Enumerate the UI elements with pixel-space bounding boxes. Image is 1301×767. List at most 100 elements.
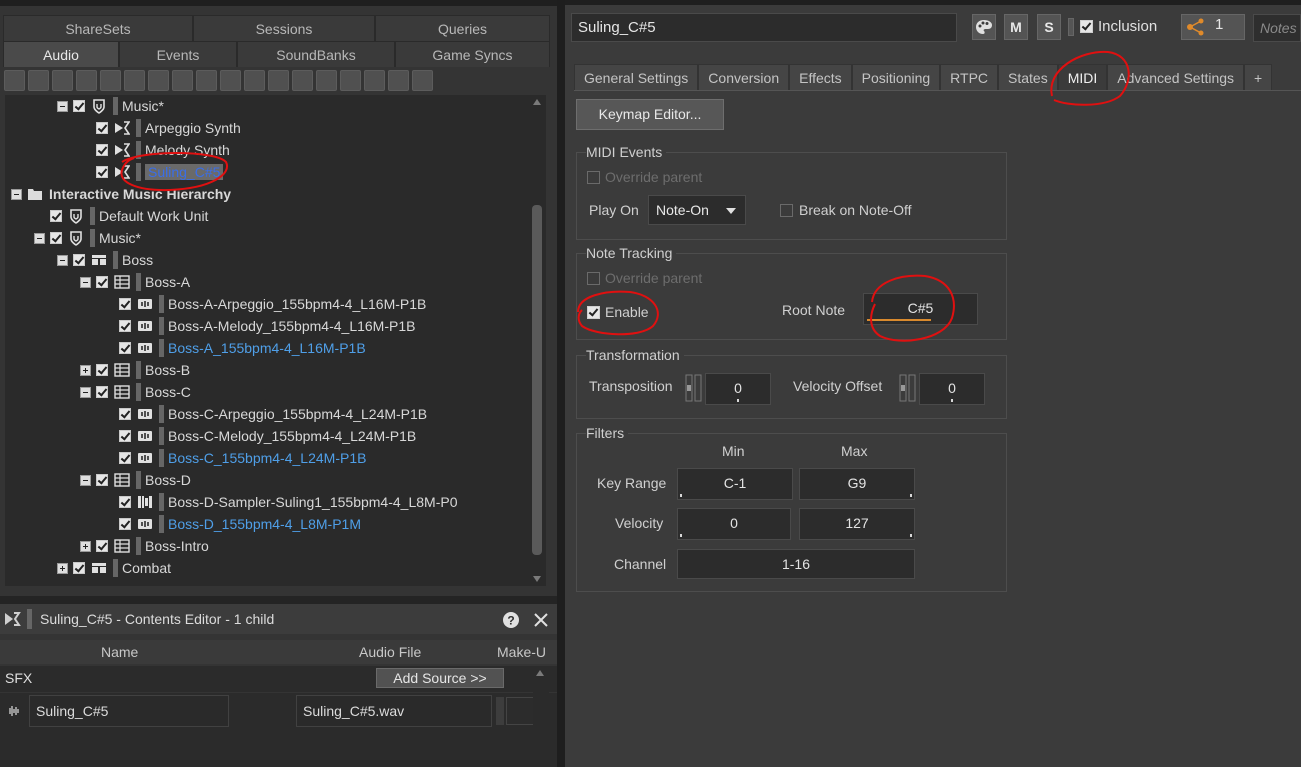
velocity-min-field[interactable]: 0 bbox=[677, 508, 791, 540]
tree-item[interactable]: Boss-A_155bpm4-4_L16M-P1B bbox=[103, 337, 366, 359]
toolbar-create-icon[interactable] bbox=[76, 69, 97, 91]
toolbar-create-icon[interactable] bbox=[364, 69, 385, 91]
tab-events[interactable]: Events bbox=[119, 41, 237, 67]
toolbar-create-icon[interactable] bbox=[292, 69, 313, 91]
toolbar-create-icon[interactable] bbox=[268, 69, 289, 91]
tree-item[interactable]: Boss-C_155bpm4-4_L24M-P1B bbox=[103, 447, 366, 469]
enable-checkbox[interactable] bbox=[587, 306, 600, 319]
inclusion-checkbox[interactable] bbox=[119, 430, 131, 442]
tab-effects[interactable]: Effects bbox=[789, 64, 852, 90]
inclusion-checkbox[interactable] bbox=[73, 562, 85, 574]
help-icon[interactable]: ? bbox=[500, 609, 522, 631]
references-button[interactable] bbox=[1181, 14, 1245, 40]
tree-item[interactable]: Boss-D-Sampler-Suling1_155bpm4-4_L8M-P0 bbox=[103, 491, 457, 513]
inclusion-checkbox[interactable] bbox=[96, 364, 108, 376]
velocity-max-field[interactable]: 127 bbox=[799, 508, 915, 540]
midi-override-checkbox[interactable] bbox=[587, 171, 600, 184]
tree-item[interactable]: Boss-A-Melody_155bpm4-4_L16M-P1B bbox=[103, 315, 415, 337]
toolbar-create-icon[interactable] bbox=[172, 69, 193, 91]
tree-item[interactable]: Boss-D bbox=[80, 469, 191, 491]
column-make-up[interactable]: Make-U bbox=[497, 640, 546, 664]
scroll-thumb[interactable] bbox=[532, 205, 542, 555]
tree-item[interactable]: Boss-A-Arpeggio_155bpm4-4_L16M-P1B bbox=[103, 293, 426, 315]
collapse-icon[interactable] bbox=[57, 100, 68, 112]
keymap-editor-button[interactable]: Keymap Editor... bbox=[576, 99, 724, 130]
column-audio-file[interactable]: Audio File bbox=[359, 640, 421, 664]
mute-button[interactable]: M bbox=[1004, 14, 1028, 40]
inclusion-checkbox[interactable] bbox=[96, 122, 108, 134]
tab-states[interactable]: States bbox=[998, 64, 1058, 90]
key-range-max-field[interactable]: G9 bbox=[799, 468, 915, 500]
tab-soundbanks[interactable]: SoundBanks bbox=[237, 41, 395, 67]
toolbar-create-icon[interactable] bbox=[316, 69, 337, 91]
scroll-down-icon[interactable] bbox=[533, 576, 541, 582]
collapse-icon[interactable] bbox=[80, 386, 91, 398]
key-range-min-field[interactable]: C-1 bbox=[677, 468, 793, 500]
tab-audio[interactable]: Audio bbox=[3, 41, 119, 67]
tab-advanced-settings[interactable]: Advanced Settings bbox=[1107, 64, 1245, 90]
toolbar-create-icon[interactable] bbox=[148, 69, 169, 91]
inclusion-checkbox[interactable] bbox=[73, 100, 85, 112]
tree-item[interactable]: Music* bbox=[57, 95, 164, 117]
vertical-divider[interactable] bbox=[557, 0, 565, 767]
velocity-offset-slider-icon[interactable] bbox=[898, 373, 918, 403]
inclusion-checkbox[interactable] bbox=[119, 298, 131, 310]
toolbar-create-icon[interactable] bbox=[52, 69, 73, 91]
play-on-dropdown[interactable]: Note-On bbox=[648, 195, 746, 225]
inclusion-checkbox[interactable] bbox=[96, 540, 108, 552]
inclusion-checkbox[interactable] bbox=[50, 232, 62, 244]
tab-general-settings[interactable]: General Settings bbox=[574, 64, 699, 90]
tree-item[interactable]: Boss-B bbox=[80, 359, 190, 381]
tree-item[interactable]: Boss-Intro bbox=[80, 535, 209, 557]
transposition-field[interactable]: 0 bbox=[705, 373, 771, 405]
collapse-icon[interactable] bbox=[57, 254, 68, 266]
expand-icon[interactable] bbox=[80, 364, 91, 376]
object-name-field[interactable]: Suling_C#5 bbox=[571, 13, 957, 42]
tracking-override-checkbox[interactable] bbox=[587, 272, 600, 285]
tab-rtpc[interactable]: RTPC bbox=[940, 64, 999, 90]
tree-item[interactable]: Boss-A bbox=[80, 271, 190, 293]
tab-positioning[interactable]: Positioning bbox=[851, 64, 941, 90]
inclusion-checkbox[interactable] bbox=[119, 320, 131, 332]
tree-item[interactable]: Boss-C bbox=[80, 381, 191, 403]
collapse-icon[interactable] bbox=[11, 188, 22, 200]
tab-conversion[interactable]: Conversion bbox=[698, 64, 790, 90]
channel-field[interactable]: 1-16 bbox=[677, 549, 915, 579]
source-file-field[interactable]: Suling_C#5.wav bbox=[296, 695, 492, 727]
inclusion-checkbox[interactable] bbox=[96, 276, 108, 288]
make-up-slider[interactable] bbox=[496, 697, 504, 725]
tree-item[interactable]: Default Work Unit bbox=[34, 205, 208, 227]
close-icon[interactable] bbox=[530, 609, 552, 631]
tree-item[interactable]: Boss-C-Melody_155bpm4-4_L24M-P1B bbox=[103, 425, 416, 447]
toolbar-create-icon[interactable] bbox=[28, 69, 49, 91]
toolbar-create-icon[interactable] bbox=[4, 69, 25, 91]
inclusion-checkbox[interactable] bbox=[73, 254, 85, 266]
tab-queries[interactable]: Queries bbox=[375, 15, 550, 41]
inclusion-checkbox[interactable] bbox=[119, 496, 131, 508]
inclusion-checkbox[interactable] bbox=[96, 144, 108, 156]
collapse-icon[interactable] bbox=[80, 474, 91, 486]
color-palette-button[interactable] bbox=[972, 14, 996, 40]
toolbar-create-icon[interactable] bbox=[412, 69, 433, 91]
tab-add[interactable]: + bbox=[1244, 64, 1273, 90]
tab-midi[interactable]: MIDI bbox=[1057, 64, 1108, 90]
toolbar-create-icon[interactable] bbox=[340, 69, 361, 91]
inclusion-checkbox[interactable] bbox=[119, 342, 131, 354]
toolbar-create-icon[interactable] bbox=[196, 69, 217, 91]
expand-icon[interactable] bbox=[57, 562, 68, 574]
velocity-offset-field[interactable]: 0 bbox=[919, 373, 985, 405]
inclusion-checkbox[interactable] bbox=[119, 408, 131, 420]
tree-item[interactable]: Melody Synth bbox=[80, 139, 230, 161]
tab-sharesets[interactable]: ShareSets bbox=[3, 15, 193, 41]
toolbar-create-icon[interactable] bbox=[100, 69, 121, 91]
collapse-icon[interactable] bbox=[80, 276, 91, 288]
toolbar-create-icon[interactable] bbox=[388, 69, 409, 91]
tree-item[interactable]: Suling_C#5 bbox=[80, 161, 224, 183]
tree-scrollbar[interactable] bbox=[530, 95, 544, 586]
inclusion-checkbox[interactable] bbox=[50, 210, 62, 222]
inclusion-checkbox[interactable] bbox=[96, 166, 108, 178]
tab-game-syncs[interactable]: Game Syncs bbox=[395, 41, 550, 67]
tree-item[interactable]: Interactive Music Hierarchy bbox=[11, 183, 231, 205]
inclusion-checkbox[interactable] bbox=[96, 474, 108, 486]
solo-button[interactable]: S bbox=[1037, 14, 1061, 40]
